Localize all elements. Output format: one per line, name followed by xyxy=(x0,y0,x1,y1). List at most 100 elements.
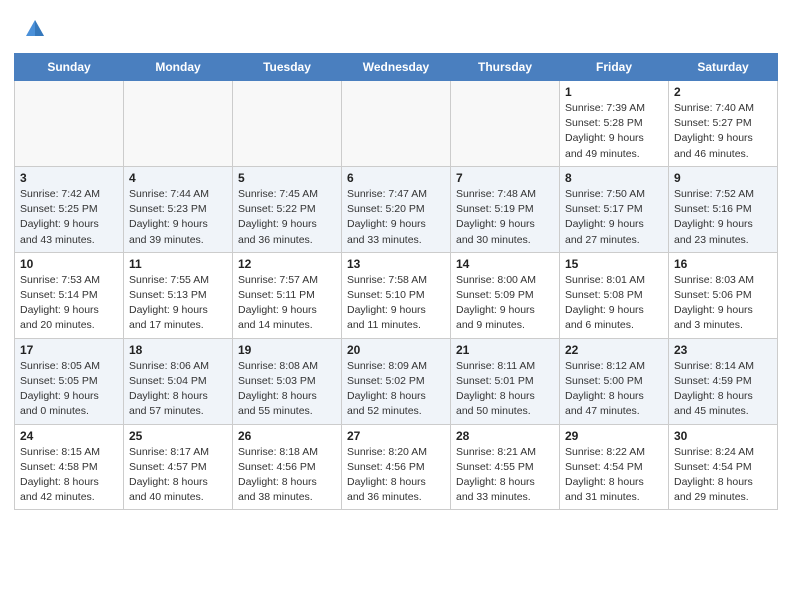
day-number: 6 xyxy=(347,171,445,185)
day-info: Sunrise: 8:22 AM Sunset: 4:54 PM Dayligh… xyxy=(565,445,663,506)
calendar-cell: 8 Sunrise: 7:50 AM Sunset: 5:17 PM Daylig… xyxy=(560,166,669,252)
calendar-cell: 1Sunrise: 7:39 AM Sunset: 5:28 PM Daylig… xyxy=(560,81,669,167)
day-info: Sunrise: 8:24 AM Sunset: 4:54 PM Dayligh… xyxy=(674,445,772,506)
calendar-cell: 17 Sunrise: 8:05 AM Sunset: 5:05 PM Dayli… xyxy=(15,338,124,424)
day-number: 27 xyxy=(347,429,445,443)
calendar-cell: 19Sunrise: 8:08 AM Sunset: 5:03 PM Dayli… xyxy=(233,338,342,424)
day-info: Sunrise: 7:48 AM Sunset: 5:19 PM Dayligh… xyxy=(456,187,554,248)
day-number: 18 xyxy=(129,343,227,357)
day-number: 14 xyxy=(456,257,554,271)
weekday-header-tuesday: Tuesday xyxy=(233,54,342,81)
calendar-week-3: 17 Sunrise: 8:05 AM Sunset: 5:05 PM Dayli… xyxy=(15,338,778,424)
weekday-header-thursday: Thursday xyxy=(451,54,560,81)
weekday-header-wednesday: Wednesday xyxy=(342,54,451,81)
day-info: Sunrise: 7:55 AM Sunset: 5:13 PM Dayligh… xyxy=(129,273,227,334)
day-info: Sunrise: 8:11 AM Sunset: 5:01 PM Dayligh… xyxy=(456,359,554,420)
calendar-table: SundayMondayTuesdayWednesdayThursdayFrid… xyxy=(14,53,778,510)
calendar-cell: 14 Sunrise: 8:00 AM Sunset: 5:09 PM Dayli… xyxy=(451,252,560,338)
day-info: Sunrise: 8:15 AM Sunset: 4:58 PM Dayligh… xyxy=(20,445,118,506)
day-number: 19 xyxy=(238,343,336,357)
calendar-cell: 25 Sunrise: 8:17 AM Sunset: 4:57 PM Dayli… xyxy=(124,424,233,510)
day-number: 5 xyxy=(238,171,336,185)
day-number: 9 xyxy=(674,171,772,185)
calendar-week-4: 24 Sunrise: 8:15 AM Sunset: 4:58 PM Dayli… xyxy=(15,424,778,510)
calendar-week-2: 10 Sunrise: 7:53 AM Sunset: 5:14 PM Dayli… xyxy=(15,252,778,338)
calendar-cell: 4 Sunrise: 7:44 AM Sunset: 5:23 PM Daylig… xyxy=(124,166,233,252)
day-info: Sunrise: 7:50 AM Sunset: 5:17 PM Dayligh… xyxy=(565,187,663,248)
calendar-cell: 22 Sunrise: 8:12 AM Sunset: 5:00 PM Dayli… xyxy=(560,338,669,424)
day-number: 7 xyxy=(456,171,554,185)
day-number: 23 xyxy=(674,343,772,357)
calendar-week-0: 1Sunrise: 7:39 AM Sunset: 5:28 PM Daylig… xyxy=(15,81,778,167)
day-info: Sunrise: 8:09 AM Sunset: 5:02 PM Dayligh… xyxy=(347,359,445,420)
calendar-cell: 7 Sunrise: 7:48 AM Sunset: 5:19 PM Daylig… xyxy=(451,166,560,252)
day-number: 29 xyxy=(565,429,663,443)
calendar-cell: 26Sunrise: 8:18 AM Sunset: 4:56 PM Dayli… xyxy=(233,424,342,510)
day-number: 10 xyxy=(20,257,118,271)
calendar-cell: 9 Sunrise: 7:52 AM Sunset: 5:16 PM Daylig… xyxy=(669,166,778,252)
calendar-cell: 5 Sunrise: 7:45 AM Sunset: 5:22 PM Daylig… xyxy=(233,166,342,252)
day-number: 2 xyxy=(674,85,772,99)
day-info: Sunrise: 7:44 AM Sunset: 5:23 PM Dayligh… xyxy=(129,187,227,248)
calendar-cell: 23 Sunrise: 8:14 AM Sunset: 4:59 PM Dayli… xyxy=(669,338,778,424)
calendar-cell: 6Sunrise: 7:47 AM Sunset: 5:20 PM Daylig… xyxy=(342,166,451,252)
day-info: Sunrise: 7:57 AM Sunset: 5:11 PM Dayligh… xyxy=(238,273,336,334)
day-number: 16 xyxy=(674,257,772,271)
day-number: 17 xyxy=(20,343,118,357)
day-info: Sunrise: 7:58 AM Sunset: 5:10 PM Dayligh… xyxy=(347,273,445,334)
day-info: Sunrise: 8:14 AM Sunset: 4:59 PM Dayligh… xyxy=(674,359,772,420)
day-number: 13 xyxy=(347,257,445,271)
calendar-cell: 21 Sunrise: 8:11 AM Sunset: 5:01 PM Dayli… xyxy=(451,338,560,424)
day-info: Sunrise: 7:40 AM Sunset: 5:27 PM Dayligh… xyxy=(674,101,772,162)
day-info: Sunrise: 8:03 AM Sunset: 5:06 PM Dayligh… xyxy=(674,273,772,334)
day-info: Sunrise: 8:20 AM Sunset: 4:56 PM Dayligh… xyxy=(347,445,445,506)
day-number: 15 xyxy=(565,257,663,271)
calendar-cell: 20 Sunrise: 8:09 AM Sunset: 5:02 PM Dayli… xyxy=(342,338,451,424)
calendar-cell: 13 Sunrise: 7:58 AM Sunset: 5:10 PM Dayli… xyxy=(342,252,451,338)
day-info: Sunrise: 8:17 AM Sunset: 4:57 PM Dayligh… xyxy=(129,445,227,506)
day-info: Sunrise: 8:06 AM Sunset: 5:04 PM Dayligh… xyxy=(129,359,227,420)
calendar-cell xyxy=(124,81,233,167)
calendar-cell xyxy=(342,81,451,167)
calendar-cell: 28Sunrise: 8:21 AM Sunset: 4:55 PM Dayli… xyxy=(451,424,560,510)
weekday-header-friday: Friday xyxy=(560,54,669,81)
day-number: 4 xyxy=(129,171,227,185)
logo xyxy=(24,18,50,45)
day-number: 28 xyxy=(456,429,554,443)
day-number: 25 xyxy=(129,429,227,443)
calendar-cell: 24 Sunrise: 8:15 AM Sunset: 4:58 PM Dayli… xyxy=(15,424,124,510)
calendar-cell: 12 Sunrise: 7:57 AM Sunset: 5:11 PM Dayli… xyxy=(233,252,342,338)
day-info: Sunrise: 7:52 AM Sunset: 5:16 PM Dayligh… xyxy=(674,187,772,248)
day-number: 24 xyxy=(20,429,118,443)
calendar-cell: 3Sunrise: 7:42 AM Sunset: 5:25 PM Daylig… xyxy=(15,166,124,252)
day-number: 3 xyxy=(20,171,118,185)
day-info: Sunrise: 7:53 AM Sunset: 5:14 PM Dayligh… xyxy=(20,273,118,334)
calendar-cell: 15 Sunrise: 8:01 AM Sunset: 5:08 PM Dayli… xyxy=(560,252,669,338)
weekday-header-row: SundayMondayTuesdayWednesdayThursdayFrid… xyxy=(15,54,778,81)
weekday-header-monday: Monday xyxy=(124,54,233,81)
day-info: Sunrise: 8:05 AM Sunset: 5:05 PM Dayligh… xyxy=(20,359,118,420)
day-number: 11 xyxy=(129,257,227,271)
logo-icon xyxy=(24,18,46,40)
day-number: 8 xyxy=(565,171,663,185)
calendar-cell xyxy=(233,81,342,167)
day-number: 22 xyxy=(565,343,663,357)
day-number: 26 xyxy=(238,429,336,443)
calendar-cell: 27 Sunrise: 8:20 AM Sunset: 4:56 PM Dayli… xyxy=(342,424,451,510)
calendar-cell xyxy=(15,81,124,167)
calendar-cell: 10 Sunrise: 7:53 AM Sunset: 5:14 PM Dayli… xyxy=(15,252,124,338)
weekday-header-sunday: Sunday xyxy=(15,54,124,81)
day-number: 12 xyxy=(238,257,336,271)
calendar-cell xyxy=(451,81,560,167)
day-info: Sunrise: 7:45 AM Sunset: 5:22 PM Dayligh… xyxy=(238,187,336,248)
calendar-cell: 18 Sunrise: 8:06 AM Sunset: 5:04 PM Dayli… xyxy=(124,338,233,424)
weekday-header-saturday: Saturday xyxy=(669,54,778,81)
day-info: Sunrise: 8:00 AM Sunset: 5:09 PM Dayligh… xyxy=(456,273,554,334)
calendar-cell: 29 Sunrise: 8:22 AM Sunset: 4:54 PM Dayli… xyxy=(560,424,669,510)
day-number: 1 xyxy=(565,85,663,99)
calendar-body: 1Sunrise: 7:39 AM Sunset: 5:28 PM Daylig… xyxy=(15,81,778,510)
day-info: Sunrise: 8:01 AM Sunset: 5:08 PM Dayligh… xyxy=(565,273,663,334)
day-info: Sunrise: 8:12 AM Sunset: 5:00 PM Dayligh… xyxy=(565,359,663,420)
day-number: 20 xyxy=(347,343,445,357)
day-number: 21 xyxy=(456,343,554,357)
